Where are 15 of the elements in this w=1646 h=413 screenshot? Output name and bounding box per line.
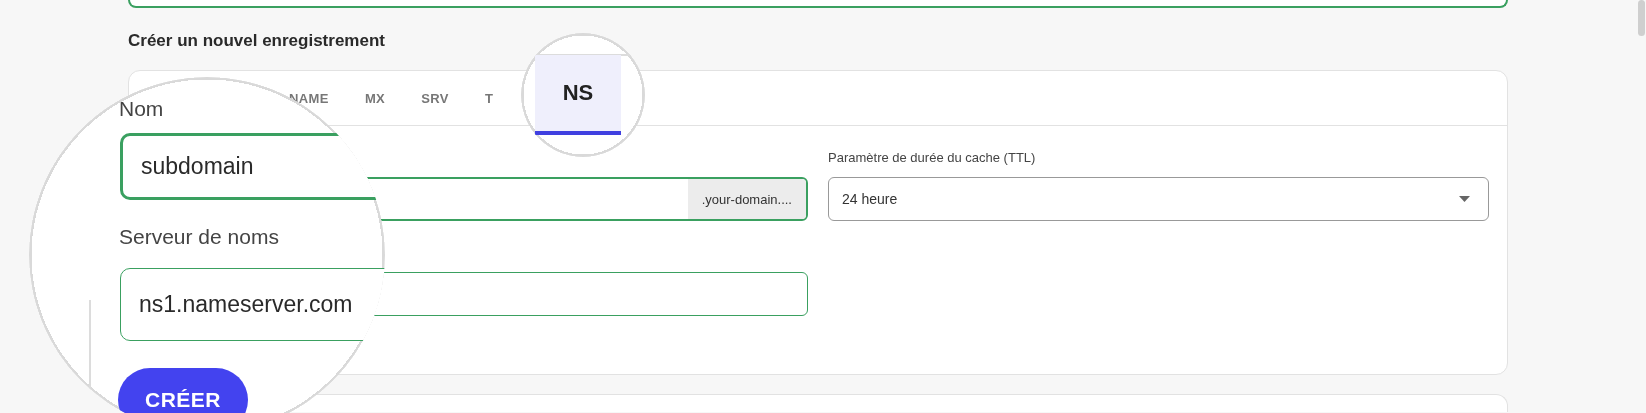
record-type-tab[interactable]: T bbox=[484, 90, 494, 106]
field-label: Paramètre de durée du cache (TTL) bbox=[828, 149, 1037, 167]
domain-suffix: .your-domain.... bbox=[687, 179, 806, 219]
create-button[interactable]: CRÉER bbox=[118, 368, 248, 413]
dropdown-caret-icon bbox=[1459, 196, 1470, 202]
ttl-select[interactable]: 24 heure bbox=[828, 177, 1489, 221]
input-field[interactable] bbox=[128, 0, 1508, 8]
nameserver-input[interactable]: ns1.nameserver.com bbox=[120, 268, 385, 341]
field-label: Serveur de noms bbox=[119, 225, 279, 249]
section-heading: Créer un nouvel enregistrement bbox=[128, 30, 386, 52]
record-type-tab[interactable]: MX bbox=[364, 90, 386, 106]
record-type-tab[interactable]: SRV bbox=[421, 90, 449, 106]
field-label: Nom bbox=[119, 97, 164, 121]
record-type-tab[interactable]: NS bbox=[535, 55, 621, 135]
scrollbar-thumb[interactable] bbox=[1637, 0, 1645, 36]
